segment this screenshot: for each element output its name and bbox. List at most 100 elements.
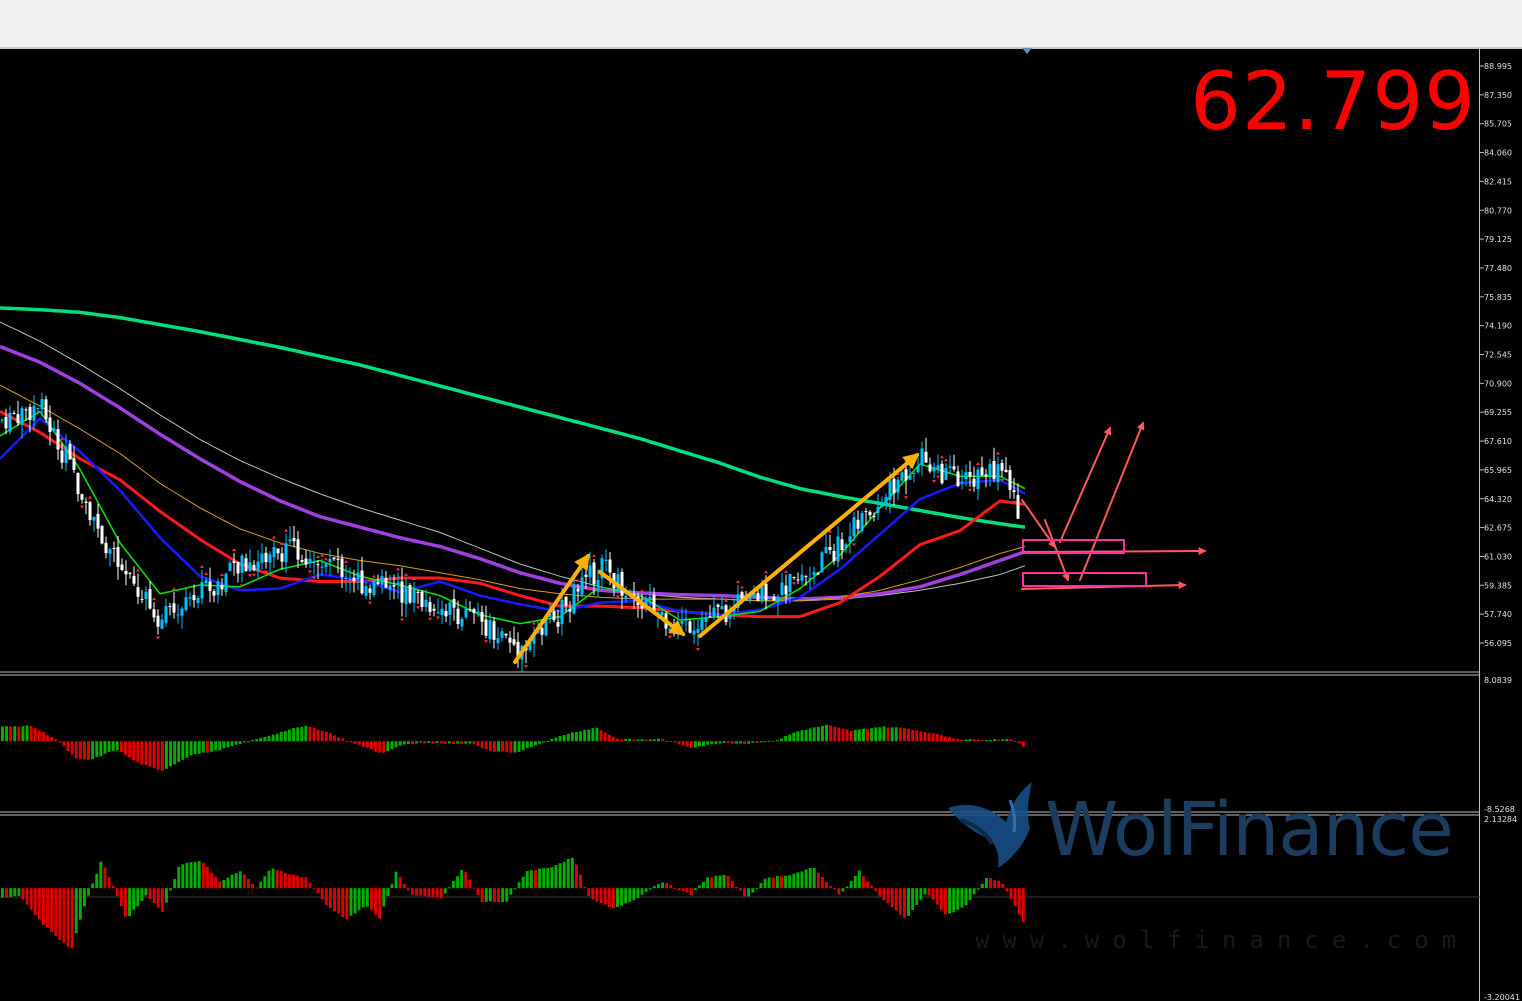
- histogram-bar: [214, 741, 218, 751]
- histogram-bar: [956, 739, 960, 742]
- candle-body: [452, 599, 456, 608]
- scenario-arrow-up-2: [1079, 421, 1145, 581]
- candle-body: [500, 631, 504, 638]
- histogram-bar: [472, 741, 476, 745]
- histogram-bar: [521, 876, 525, 889]
- fractal-down-marker: [416, 606, 420, 610]
- candle-body: [832, 550, 836, 562]
- price-tick-label: 85.705: [1484, 120, 1512, 129]
- fractal-up-marker: [736, 580, 740, 584]
- candle-body: [352, 577, 356, 582]
- histogram-bar: [201, 862, 205, 889]
- candle-body: [512, 639, 516, 645]
- histogram-bar: [33, 728, 37, 742]
- histogram-bar: [960, 888, 964, 908]
- histogram-bar: [201, 741, 205, 753]
- histogram-bar: [226, 741, 230, 748]
- histogram-bar: [107, 741, 111, 753]
- fractal-up-marker: [784, 569, 788, 573]
- histogram-bar: [316, 729, 320, 742]
- histogram-bar: [74, 888, 78, 934]
- histogram-bar: [554, 865, 558, 889]
- histogram-bar: [513, 741, 517, 753]
- analysis-drawings[interactable]: [513, 421, 1207, 664]
- histogram-bar: [169, 741, 172, 767]
- histogram-bar: [919, 888, 923, 900]
- fractal-up-marker: [204, 571, 208, 575]
- histogram-bar: [509, 888, 513, 895]
- histogram-bar: [665, 883, 669, 889]
- histogram-bar: [324, 731, 328, 742]
- price-tick-label: 56.095: [1484, 639, 1512, 648]
- histogram-bar: [70, 888, 74, 949]
- histogram-bar: [181, 864, 185, 889]
- histogram-bar: [505, 888, 509, 902]
- histogram-bar: [1017, 888, 1021, 915]
- histogram-bar: [780, 738, 783, 742]
- histogram-bar: [616, 888, 619, 907]
- histogram-bar: [788, 734, 792, 742]
- histogram-bar: [91, 741, 95, 760]
- histogram-bar: [534, 741, 537, 746]
- candle-body: [1000, 462, 1004, 471]
- candle-body: [304, 558, 308, 565]
- histogram-bar: [620, 888, 623, 906]
- fractal-up-marker: [284, 528, 288, 532]
- histogram-bar: [1005, 738, 1009, 742]
- histogram-bar: [775, 875, 779, 889]
- histogram-bar: [816, 872, 820, 889]
- candle-body: [116, 546, 120, 567]
- candle-body: [424, 599, 428, 607]
- histogram-bar: [517, 882, 521, 889]
- fractal-down-marker: [368, 601, 372, 605]
- fractal-down-marker: [80, 505, 84, 509]
- histogram-bar: [743, 741, 746, 744]
- histogram-bar: [677, 741, 681, 744]
- histogram-bar: [644, 739, 648, 742]
- histogram-bar: [230, 874, 234, 889]
- candle-body: [960, 481, 964, 484]
- histogram-bar: [739, 741, 742, 744]
- candle-body: [472, 609, 476, 613]
- histogram-bar: [497, 888, 500, 903]
- histogram-bar: [144, 888, 148, 896]
- histogram-bar: [390, 884, 394, 889]
- fractal-up-marker: [592, 553, 596, 557]
- histogram-bar: [980, 883, 984, 889]
- histogram-bar: [374, 888, 377, 915]
- histogram-bar: [54, 739, 58, 742]
- histogram-bar: [378, 888, 382, 919]
- candle-body: [240, 555, 244, 573]
- histogram-bar: [271, 868, 275, 889]
- histogram-bar: [279, 731, 283, 742]
- candle-body: [572, 585, 576, 614]
- histogram-bar: [468, 741, 472, 744]
- candle-body: [176, 614, 180, 616]
- histogram-bar: [361, 741, 365, 747]
- histogram-bar: [218, 741, 222, 751]
- histogram-bar: [821, 877, 824, 889]
- histogram-bar: [283, 873, 287, 889]
- histogram-bar: [357, 888, 361, 910]
- candle-body: [328, 558, 332, 563]
- candle-body: [808, 578, 812, 580]
- histogram-bar: [136, 888, 140, 907]
- histogram-bar: [702, 881, 705, 889]
- histogram-bar: [255, 887, 259, 889]
- candle-body: [136, 587, 140, 597]
- candle-body: [100, 526, 104, 544]
- histogram-bar: [648, 888, 652, 890]
- histogram-bar: [398, 876, 402, 889]
- histogram-bar: [484, 888, 488, 902]
- histogram-bar: [206, 741, 209, 753]
- price-tick-label: 65.965: [1484, 466, 1512, 475]
- candle-body: [668, 628, 672, 631]
- histogram-bar: [558, 863, 562, 889]
- terminal-toolbar: [0, 0, 1522, 47]
- candle-body: [392, 585, 396, 587]
- price-tick-label: 62.675: [1484, 524, 1512, 533]
- fractal-down-marker: [156, 636, 160, 640]
- histogram-bar: [689, 741, 693, 749]
- candle-body: [884, 497, 888, 504]
- histogram-bar: [456, 741, 459, 744]
